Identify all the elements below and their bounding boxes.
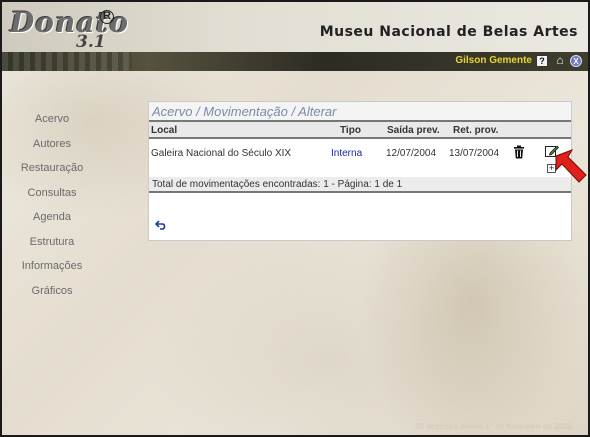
cell-retorno: 13/07/2004 (449, 148, 500, 159)
user-name: Gilson Gemente (455, 55, 532, 66)
museum-title: Museu Nacional de Belas Artes (319, 24, 578, 40)
nav-item-graficos[interactable]: Gráficos (2, 279, 102, 304)
cell-tipo-link[interactable]: Interna (331, 148, 362, 159)
header: Donato 3.1 R Museu Nacional de Belas Art… (2, 2, 588, 52)
help-icon[interactable]: ? (536, 55, 548, 67)
column-tipo: Tipo (340, 125, 361, 136)
nav-item-restauracao[interactable]: Restauração (2, 156, 102, 181)
nav-item-estrutura[interactable]: Estrutura (2, 230, 102, 255)
app-window: Donato 3.1 R Museu Nacional de Belas Art… (0, 0, 590, 437)
back-icon[interactable] (155, 220, 168, 230)
column-local: Local (151, 125, 178, 136)
trash-icon[interactable] (513, 145, 525, 159)
nav-item-acervo[interactable]: Acervo (2, 107, 102, 132)
logout-icon[interactable]: X (570, 55, 582, 67)
home-icon[interactable]: ⌂ (554, 53, 566, 67)
userbar-texture (2, 52, 132, 71)
cell-local: Galeira Nacional do Século XIX (151, 148, 292, 159)
registered-mark: R (100, 10, 114, 24)
table-row: Galeira Nacional do Século XIX Interna 1… (149, 139, 571, 177)
cell-saida: 12/07/2004 (386, 148, 437, 159)
donato-logo: Donato 3.1 R (6, 6, 128, 52)
logo-version: 3.1 (76, 32, 106, 52)
column-saida: Saída prev. (387, 125, 440, 136)
nav-item-autores[interactable]: Autores (2, 132, 102, 157)
nav-item-informacoes[interactable]: Informações (2, 254, 102, 279)
red-arrow-pointer-icon (555, 149, 587, 183)
column-retorno: Ret. prov. (453, 125, 499, 136)
movement-panel: Acervo / Movimentação / Alterar Local Ti… (148, 101, 572, 241)
user-bar: Gilson Gemente ? ⌂ X (2, 52, 588, 71)
access-counter: 10 acessos desde 1º de fevereiro de 2002 (415, 422, 572, 431)
nav-item-agenda[interactable]: Agenda (2, 205, 102, 230)
results-summary: Total de movimentações encontradas: 1 - … (149, 177, 571, 193)
breadcrumb: Acervo / Movimentação / Alterar (149, 102, 571, 122)
side-navigation: Acervo Autores Restauração Consultas Age… (2, 107, 102, 303)
nav-item-consultas[interactable]: Consultas (2, 181, 102, 206)
table-header: Local Tipo Saída prev. Ret. prov. (149, 122, 571, 139)
